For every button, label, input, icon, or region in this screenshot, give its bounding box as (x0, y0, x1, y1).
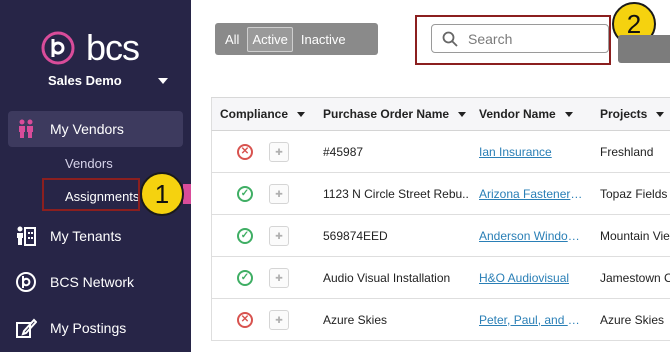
column-header-po-name[interactable]: Purchase Order Name (323, 98, 468, 130)
callout-badge-1: 1 (140, 172, 184, 216)
sidebar-item-label: My Postings (50, 320, 127, 336)
compliance-fail-icon: ✕ (237, 312, 253, 328)
compliance-ok-icon: ✓ (237, 186, 253, 202)
sidebar-item-my-postings[interactable]: My Postings (8, 310, 183, 346)
column-header-vendor-name[interactable]: Vendor Name (479, 98, 594, 130)
table-row[interactable]: ✓ ✚ 569874EED Anderson Window... Mountai… (211, 215, 670, 257)
sort-caret-icon (458, 111, 467, 117)
add-icon[interactable]: ✚ (269, 184, 289, 204)
add-icon[interactable]: ✚ (269, 142, 289, 162)
vendor-link[interactable]: Anderson Window... (479, 229, 584, 243)
po-name: #45987 (323, 144, 364, 159)
sidebar-item-my-vendors[interactable]: My Vendors (8, 111, 183, 147)
project-name: Freshland (600, 144, 654, 159)
column-label: Compliance (220, 107, 289, 121)
search-box[interactable] (431, 24, 609, 53)
filter-active[interactable]: Active (247, 26, 293, 52)
table-row[interactable]: ✓ ✚ 1123 N Circle Street Rebu... Arizona… (211, 173, 670, 215)
tenants-icon (14, 224, 38, 248)
project-name: Mountain View (600, 228, 670, 243)
column-label: Purchase Order Name (323, 107, 450, 121)
sidebar-item-label: BCS Network (50, 274, 135, 290)
filter-all[interactable]: All (221, 28, 243, 51)
sidebar-item-bcs-network[interactable]: BCS Network (8, 264, 183, 300)
assignments-table: Compliance Purchase Order Name Vendor Na… (211, 97, 670, 341)
bcs-network-icon (14, 270, 38, 294)
column-label: Vendor Name (479, 107, 556, 121)
bcs-logo[interactable]: bcs (40, 27, 140, 68)
vendor-cell: H&O Audiovisual (479, 257, 594, 298)
project-name: Topaz Fields (600, 186, 668, 201)
vendor-link[interactable]: Peter, Paul, and Sh... (479, 313, 584, 327)
column-label: Projects (600, 107, 648, 121)
table-row[interactable]: ✕ ✚ #45987 Ian Insurance Freshland (211, 131, 670, 173)
logo-text: bcs (86, 27, 140, 68)
org-selector[interactable]: Sales Demo (48, 73, 168, 88)
vendor-link[interactable]: H&O Audiovisual (479, 271, 569, 285)
compliance-fail-icon: ✕ (237, 144, 253, 160)
add-icon[interactable]: ✚ (269, 310, 289, 330)
sort-caret-icon (564, 111, 573, 117)
chevron-down-icon (158, 77, 168, 84)
search-icon (442, 31, 458, 47)
postings-icon (14, 316, 38, 340)
column-header-compliance[interactable]: Compliance (220, 98, 316, 130)
compliance-ok-icon: ✓ (237, 228, 253, 244)
sidebar-subitem-vendors[interactable]: Vendors (65, 156, 113, 171)
active-indicator (183, 184, 191, 204)
status-filter-toggle: All Active Inactive (215, 23, 378, 55)
sidebar-item-my-tenants[interactable]: My Tenants (8, 218, 183, 254)
vendor-link[interactable]: Arizona Fasteners ... (479, 187, 584, 201)
sort-caret-icon (297, 111, 306, 117)
po-name: 569874EED (323, 228, 388, 243)
vendor-cell: Anderson Window... (479, 215, 594, 256)
sidebar-item-label: My Tenants (50, 228, 122, 244)
po-name: Audio Visual Installation (323, 270, 451, 285)
bcs-logo-icon (41, 31, 75, 65)
table-row[interactable]: ✓ ✚ Audio Visual Installation H&O Audiov… (211, 257, 670, 299)
column-header-projects[interactable]: Projects (600, 98, 670, 130)
vendor-cell: Ian Insurance (479, 131, 594, 172)
vendor-cell: Arizona Fasteners ... (479, 173, 594, 214)
sort-caret-icon (656, 111, 665, 117)
add-icon[interactable]: ✚ (269, 226, 289, 246)
search-input[interactable] (468, 30, 588, 47)
table-header: Compliance Purchase Order Name Vendor Na… (211, 98, 670, 131)
action-button[interactable] (618, 35, 670, 63)
add-icon[interactable]: ✚ (269, 268, 289, 288)
filter-inactive[interactable]: Inactive (297, 28, 350, 51)
people-icon (14, 117, 38, 141)
vendor-link[interactable]: Ian Insurance (479, 145, 552, 159)
assignments-highlight-box (42, 178, 140, 211)
sidebar-item-label: My Vendors (50, 121, 124, 137)
compliance-ok-icon: ✓ (237, 270, 253, 286)
project-name: Jamestown C (600, 270, 670, 285)
org-name: Sales Demo (48, 73, 122, 88)
po-name: 1123 N Circle Street Rebu... (323, 186, 468, 201)
vendor-cell: Peter, Paul, and Sh... (479, 299, 594, 340)
table-row[interactable]: ✕ ✚ Azure Skies Peter, Paul, and Sh... A… (211, 299, 670, 341)
po-name: Azure Skies (323, 312, 388, 327)
project-name: Azure Skies (600, 312, 665, 327)
